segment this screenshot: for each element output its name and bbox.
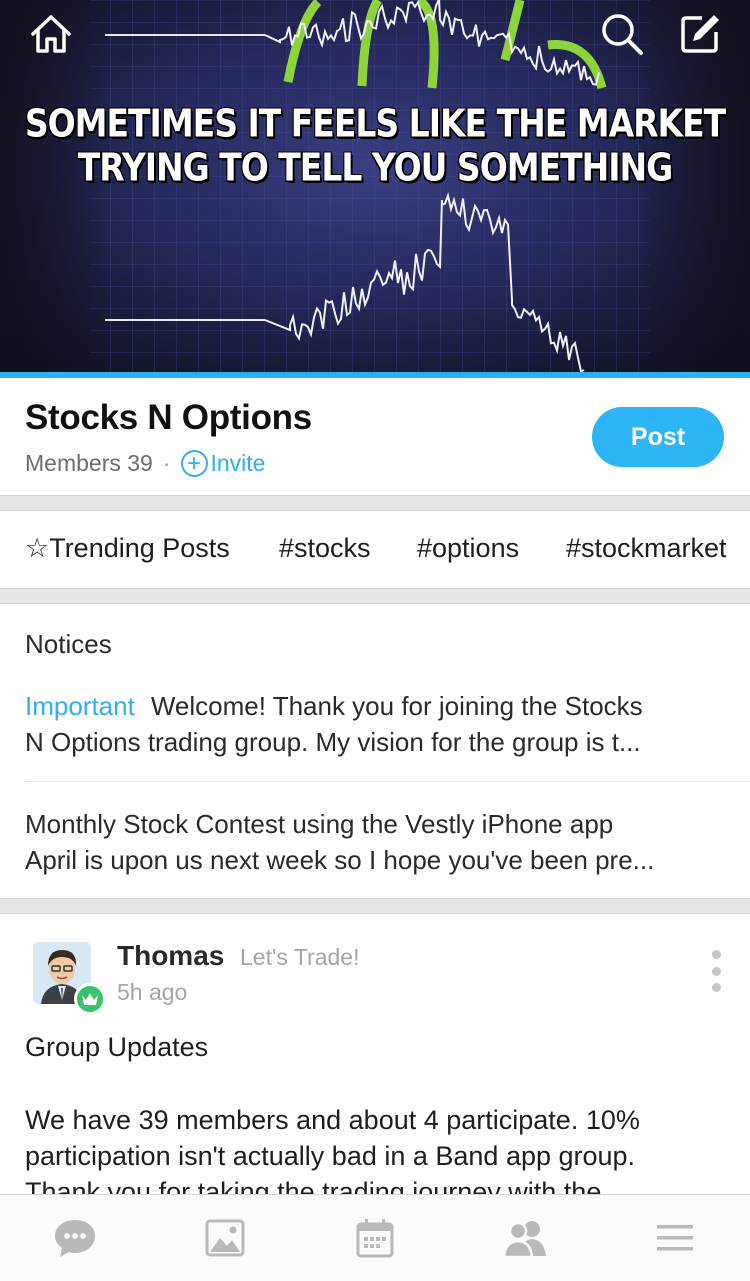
nav-calendar[interactable] [350, 1215, 400, 1261]
group-cover-image[interactable]: SOMETIMES IT FEELS LIKE THE MARKET TRYIN… [0, 0, 750, 372]
group-header: Stocks N Options Members 39 · + Invite P… [0, 378, 750, 495]
hashtag-bar[interactable]: ☆Trending Posts #stocks #options #stockm… [0, 511, 750, 588]
notice-item[interactable]: Monthly Stock Contest using the Vestly i… [25, 806, 730, 878]
meta-separator: · [162, 450, 171, 476]
post-body-line: participation isn't actually bad in a Ba… [25, 1141, 636, 1171]
post-body-line: Thank you for taking the trading journey… [25, 1177, 602, 1194]
author-tagline: Let's Trade! [240, 944, 360, 970]
group-meta: Members 39 · + Invite [25, 450, 265, 477]
search-icon [602, 14, 643, 55]
more-options-button[interactable] [706, 950, 726, 992]
compose-button[interactable] [676, 10, 724, 58]
section-divider [0, 495, 750, 511]
search-button[interactable] [598, 10, 646, 58]
tag-stocks[interactable]: #stocks [279, 533, 371, 564]
notice-divider [25, 781, 750, 782]
nav-chat[interactable] [50, 1215, 100, 1261]
home-icon [31, 15, 71, 53]
tag-stockmarket[interactable]: #stockmarket [566, 533, 727, 564]
bottom-nav [0, 1194, 750, 1281]
nav-menu[interactable] [650, 1215, 700, 1261]
cover-caption-line-2: TRYING TO TELL YOU SOMETHING [77, 145, 674, 190]
section-divider [0, 588, 750, 604]
post-time: 5h ago [117, 979, 188, 1005]
notice-text: Welcome! Thank you for joining the Stock… [150, 691, 643, 721]
post-author[interactable]: Thomas [117, 940, 224, 972]
cover-caption-line-1: SOMETIMES IT FEELS LIKE THE MARKET [24, 101, 726, 146]
more-dot-icon [711, 966, 721, 976]
post-button[interactable]: Post [592, 407, 724, 467]
more-dot-icon [711, 983, 721, 992]
important-badge: Important [25, 691, 135, 721]
notice-item[interactable]: Important Welcome! Thank you for joining … [25, 688, 730, 760]
tag-trending-posts[interactable]: ☆Trending Posts [25, 533, 230, 564]
home-button[interactable] [27, 10, 75, 58]
notice-text: Monthly Stock Contest using the Vestly i… [25, 809, 614, 839]
notices-section: Notices Important Welcome! Thank you for … [0, 604, 750, 898]
menu-icon [657, 1225, 693, 1251]
calendar-icon [356, 1219, 394, 1258]
nav-photos[interactable] [200, 1215, 250, 1261]
compose-icon [681, 15, 719, 53]
members-count[interactable]: Members 39 [25, 450, 153, 477]
invite-link[interactable]: + Invite [180, 450, 266, 477]
post-title: Group Updates [25, 1032, 209, 1062]
tag-options[interactable]: #options [417, 533, 519, 564]
notice-text: April is upon us next week so I hope you… [25, 845, 655, 875]
plus-circle-icon: + [180, 450, 208, 477]
post-body-line: We have 39 members and about 4 participa… [25, 1105, 640, 1135]
section-divider [0, 898, 750, 914]
notice-text: N Options trading group. My vision for t… [25, 727, 641, 757]
photo-icon [205, 1219, 245, 1257]
more-dot-icon [711, 950, 721, 959]
nav-members[interactable] [500, 1215, 550, 1261]
post-card[interactable]: Thomas Let's Trade! 5h ago Group Updates… [0, 914, 750, 1194]
chat-icon [55, 1220, 95, 1257]
crown-badge-icon [74, 983, 106, 1015]
post-body: We have 39 members and about 4 participa… [25, 1102, 735, 1194]
notices-title: Notices [25, 629, 112, 659]
invite-label: Invite [210, 450, 266, 476]
members-icon [502, 1221, 546, 1258]
group-title: Stocks N Options [25, 398, 312, 437]
